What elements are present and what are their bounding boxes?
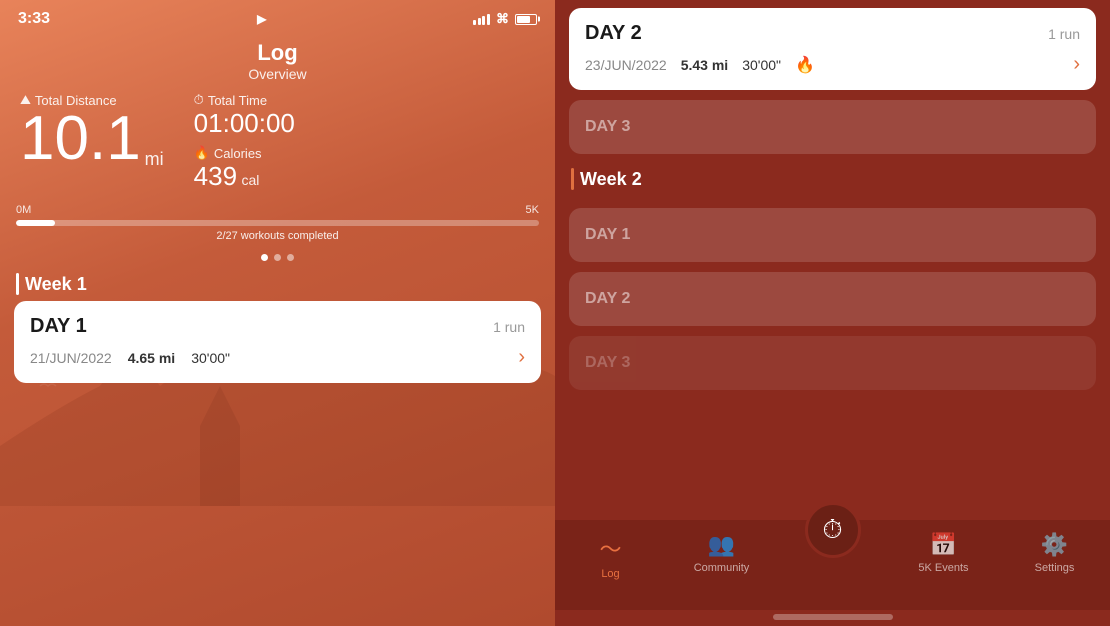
day1-header: DAY 1 1 run [30, 315, 525, 338]
community-icon: 👥 [708, 532, 735, 558]
dot-1 [261, 254, 268, 261]
week2-section: Week 2 DAY 1 DAY 2 DAY 3 [569, 168, 1096, 390]
day2-run-count: 1 run [1048, 26, 1080, 42]
clock-icon: ⏱ [194, 92, 204, 108]
tab-events[interactable]: 📅 5K Events [904, 532, 984, 574]
day2-flame-icon: 🔥 [795, 55, 815, 75]
day2-chevron-icon[interactable]: › [1073, 53, 1080, 76]
day2-card[interactable]: DAY 2 1 run 23/JUN/2022 5.43 mi 30'00" 🔥… [569, 8, 1096, 90]
right-panel: DAY 2 1 run 23/JUN/2022 5.43 mi 30'00" 🔥… [555, 0, 1110, 626]
week2-label: Week 2 [569, 168, 1096, 198]
week-accent [16, 273, 19, 295]
settings-icon: ⚙️ [1041, 532, 1068, 558]
progress-start: 0M [16, 204, 31, 216]
log-icon: 〜 [599, 532, 621, 564]
left-panel: 3:33 ▶ ⌘ Log Overview [0, 0, 555, 626]
distance-unit: mi [145, 149, 164, 170]
day2-date: 23/JUN/2022 [585, 57, 667, 73]
week2-day1-title: DAY 1 [585, 226, 630, 243]
settings-label: Settings [1035, 562, 1075, 574]
progress-subtitle: 2/27 workouts completed [16, 230, 539, 242]
location-icon: ▶ [257, 12, 266, 26]
calories-label: 🔥 Calories [194, 145, 295, 161]
dot-3 [287, 254, 294, 261]
calories-unit: cal [242, 172, 260, 188]
wifi-icon: ⌘ [496, 11, 509, 27]
dot-2 [274, 254, 281, 261]
page-dots [0, 248, 555, 267]
events-label: 5K Events [918, 562, 968, 574]
day3-title: DAY 3 [585, 118, 630, 135]
time-calories-stat: ⏱ Total Time 01:00:00 🔥 Calories 439 cal [194, 92, 295, 192]
progress-labels: 0M 5K [16, 204, 539, 216]
progress-bar [16, 220, 539, 226]
progress-end: 5K [526, 204, 539, 216]
distance-stat: ⛰ Total Distance 10.1 mi [20, 92, 164, 170]
status-time: 3:33 [18, 10, 50, 28]
tab-community[interactable]: 👥 Community [682, 532, 762, 574]
signal-bars-icon [473, 14, 490, 25]
day1-date: 21/JUN/2022 [30, 350, 112, 366]
tab-timer[interactable]: ⏱ [793, 522, 873, 558]
day1-time: 30'00" [191, 350, 230, 366]
mountain-icon: ⛰ [20, 92, 31, 108]
tab-log[interactable]: 〜 Log [571, 532, 651, 580]
week2-day2-title: DAY 2 [585, 290, 630, 307]
week1-label: Week 1 [0, 267, 555, 301]
day3-card[interactable]: DAY 3 [569, 100, 1096, 154]
home-indicator [773, 614, 893, 620]
log-label: Log [601, 568, 619, 580]
day2-header: DAY 2 1 run [585, 22, 1080, 45]
week2-day2-card[interactable]: DAY 2 [569, 272, 1096, 326]
calories-value: 439 [194, 161, 237, 191]
progress-fill [16, 220, 55, 226]
time-value: 01:00:00 [194, 108, 295, 139]
status-icons: ⌘ [473, 11, 537, 27]
flame-label-icon: 🔥 [194, 145, 210, 161]
timer-icon: ⏱ [822, 514, 842, 546]
day2-time: 30'00" [742, 57, 781, 73]
day1-distance: 4.65 mi [128, 350, 175, 366]
distance-label: ⛰ Total Distance [20, 92, 164, 108]
week2-accent [571, 168, 574, 190]
week2-day3-title: DAY 3 [585, 354, 630, 371]
stats-row: ⛰ Total Distance 10.1 mi ⏱ Total Time 01… [20, 92, 535, 192]
left-header: Log Overview [0, 32, 555, 92]
distance-value: 10.1 [20, 108, 141, 170]
community-label: Community [694, 562, 750, 574]
status-bar: 3:33 ▶ ⌘ [0, 0, 555, 32]
stats-section: ⛰ Total Distance 10.1 mi ⏱ Total Time 01… [0, 92, 555, 192]
day1-chevron-icon[interactable]: › [518, 346, 525, 369]
log-title: Log [0, 40, 555, 66]
events-icon: 📅 [930, 532, 957, 558]
tab-settings[interactable]: ⚙️ Settings [1015, 532, 1095, 574]
overview-label: Overview [0, 66, 555, 82]
day2-distance: 5.43 mi [681, 57, 728, 73]
day1-details: 21/JUN/2022 4.65 mi 30'00" › [30, 346, 525, 369]
day2-details: 23/JUN/2022 5.43 mi 30'00" 🔥 › [585, 53, 1080, 76]
right-scroll-area[interactable]: DAY 2 1 run 23/JUN/2022 5.43 mi 30'00" 🔥… [555, 0, 1110, 520]
day2-title: DAY 2 [585, 22, 642, 45]
calories-row: 🔥 Calories 439 cal [194, 145, 295, 192]
tab-bar: 〜 Log 👥 Community ⏱ 📅 5K Events ⚙️ Setti… [555, 520, 1110, 610]
day1-card[interactable]: DAY 1 1 run 21/JUN/2022 4.65 mi 30'00" › [14, 301, 541, 383]
week2-day3-card[interactable]: DAY 3 [569, 336, 1096, 390]
time-label: ⏱ Total Time [194, 92, 295, 108]
battery-icon [515, 14, 537, 25]
timer-circle: ⏱ [805, 502, 861, 558]
progress-section: 0M 5K 2/27 workouts completed [0, 192, 555, 248]
week2-day1-card[interactable]: DAY 1 [569, 208, 1096, 262]
day1-run-count: 1 run [493, 319, 525, 335]
day1-title: DAY 1 [30, 315, 87, 338]
